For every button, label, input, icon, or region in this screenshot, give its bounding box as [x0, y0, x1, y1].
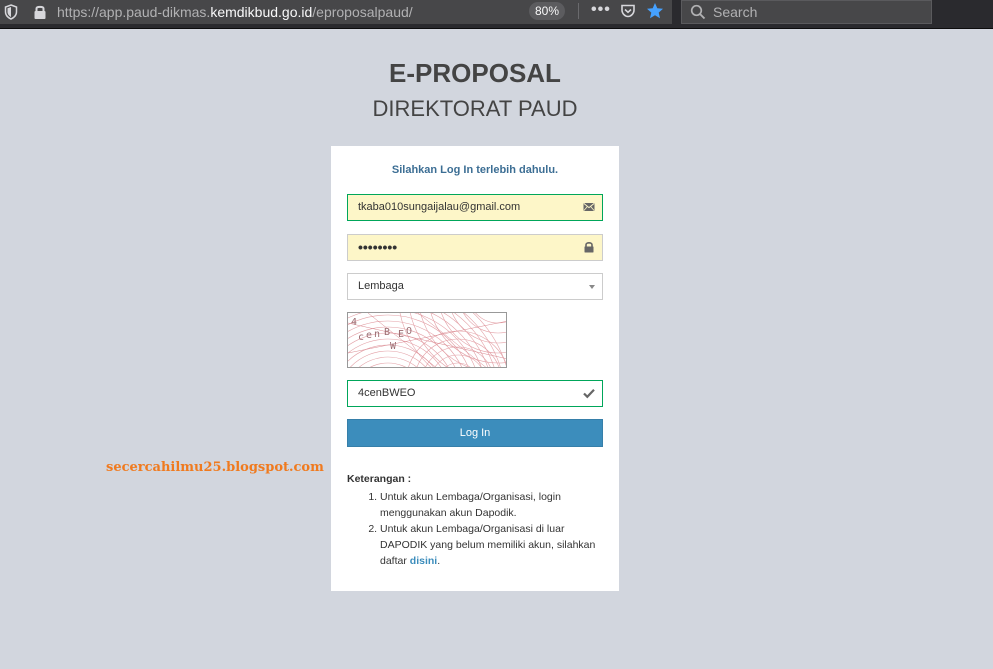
browser-search-bar[interactable]: Search	[681, 0, 932, 24]
lock-icon	[584, 242, 594, 253]
captcha-input[interactable]: 4cenBWEO	[347, 380, 603, 407]
svg-text:4: 4	[351, 317, 357, 328]
watermark-text: secercahilmu25.blogspot.com	[106, 460, 324, 475]
checkmark-icon	[583, 389, 595, 399]
captcha-image: 4 cen BW EO	[347, 312, 507, 368]
svg-text:n: n	[374, 329, 380, 340]
svg-text:W: W	[390, 341, 397, 352]
browser-toolbar: https://app.paud-dikmas.kemdikbud.go.id/…	[0, 0, 993, 29]
divider	[578, 3, 579, 19]
login-box: Silahkan Log In terlebih dahulu. tkaba01…	[331, 146, 619, 591]
bookmark-star-icon[interactable]	[646, 2, 664, 20]
search-placeholder: Search	[713, 4, 758, 20]
page-subtitle: DIREKTORAT PAUD	[372, 96, 578, 121]
envelope-icon	[583, 203, 595, 211]
login-message: Silahkan Log In terlebih dahulu.	[391, 164, 559, 176]
register-link[interactable]: disini	[410, 555, 437, 567]
pocket-icon[interactable]	[620, 3, 636, 19]
svg-text:B: B	[384, 327, 390, 338]
shield-icon[interactable]	[4, 4, 18, 20]
page-title: E-PROPOSAL	[389, 58, 561, 88]
page-actions-menu-icon[interactable]: •••	[591, 1, 611, 19]
search-icon	[690, 4, 706, 20]
lock-icon[interactable]	[33, 4, 47, 20]
email-value: tkaba010sungaijalau@gmail.com	[358, 201, 521, 213]
svg-text:O: O	[406, 326, 412, 337]
url-bar[interactable]: https://app.paud-dikmas.kemdikbud.go.id/…	[0, 0, 672, 24]
email-field[interactable]: tkaba010sungaijalau@gmail.com	[347, 194, 603, 221]
svg-text:E: E	[398, 329, 404, 340]
chevron-down-icon	[589, 285, 595, 289]
select-value: Lembaga	[358, 280, 404, 292]
captcha-input-value: 4cenBWEO	[358, 387, 416, 399]
login-button[interactable]: Log In	[347, 419, 603, 447]
account-type-select[interactable]: Lembaga	[347, 273, 603, 300]
notes-list: Untuk akun Lembaga/Organisasi, login men…	[347, 489, 603, 569]
list-item: Untuk akun Lembaga/Organisasi di luar DA…	[380, 521, 603, 569]
password-field[interactable]: ••••••••	[347, 234, 603, 261]
zoom-indicator[interactable]: 80%	[529, 2, 565, 20]
notes-section: Keterangan : Untuk akun Lembaga/Organisa…	[347, 473, 603, 569]
notes-heading: Keterangan :	[347, 473, 412, 485]
svg-text:c: c	[358, 332, 364, 343]
list-item: Untuk akun Lembaga/Organisasi, login men…	[380, 489, 603, 521]
url-text[interactable]: https://app.paud-dikmas.kemdikbud.go.id/…	[57, 4, 413, 20]
password-value: ••••••••	[358, 239, 398, 255]
svg-text:e: e	[366, 330, 372, 341]
